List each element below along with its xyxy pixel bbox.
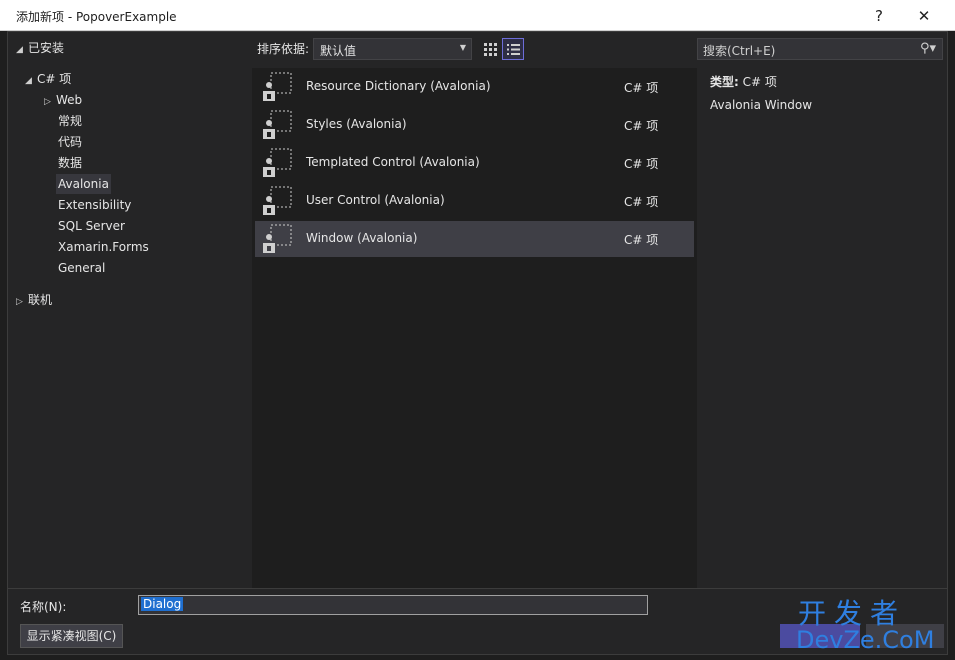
tree-node-data[interactable]: 数据 [58, 153, 82, 173]
template-icon [263, 148, 292, 177]
tree-node-installed[interactable]: ◢ 已安装 [16, 38, 64, 58]
category-tree: ◢ 已安装 ◢ C# 项 ▷ Web 常规 代码 数据 Avalonia Extens… [8, 32, 252, 588]
tree-node-sql-server[interactable]: SQL Server [58, 216, 125, 236]
template-language: C# 项 [624, 233, 659, 247]
details-pane: 类型: C# 项 Avalonia Window [697, 68, 947, 588]
template-icon [263, 186, 292, 215]
list-item[interactable]: Templated Control (Avalonia) C# 项 [255, 145, 694, 181]
watermark-line2: DevZe.CoM [796, 626, 935, 654]
details-description: Avalonia Window [710, 98, 813, 112]
template-name: User Control (Avalonia) [306, 193, 445, 207]
sort-label: 排序依据: [257, 42, 310, 56]
window-title: 添加新项 - PopoverExample [16, 10, 177, 24]
tree-node-avalonia[interactable]: Avalonia [56, 174, 111, 194]
search-input[interactable]: 搜索(Ctrl+E) ⚲▾ [697, 38, 943, 60]
template-icon [263, 72, 292, 101]
template-language: C# 项 [624, 195, 659, 209]
template-icon [263, 110, 292, 139]
tree-node-code[interactable]: 代码 [58, 132, 82, 152]
grid-view-icon[interactable] [479, 38, 501, 60]
tree-label-installed: 已安装 [28, 41, 65, 55]
sort-dropdown[interactable]: 默认值 ▼ [313, 38, 472, 60]
search-icon[interactable]: ⚲▾ [920, 41, 936, 56]
title-bar: 添加新项 - PopoverExample ? ✕ [0, 0, 955, 31]
add-new-item-dialog: ◢ 已安装 ◢ C# 项 ▷ Web 常规 代码 数据 Avalonia Extens… [7, 31, 948, 655]
list-item[interactable]: User Control (Avalonia) C# 项 [255, 183, 694, 219]
template-language: C# 项 [624, 157, 659, 171]
search-placeholder: 搜索(Ctrl+E) [703, 44, 776, 58]
tree-label-web: Web [56, 93, 83, 107]
template-list: Resource Dictionary (Avalonia) C# 项 Styl… [252, 68, 697, 588]
close-button[interactable]: ✕ [901, 0, 947, 31]
name-field-value: Dialog [141, 597, 184, 611]
template-name: Resource Dictionary (Avalonia) [306, 79, 491, 93]
list-view-icon[interactable] [502, 38, 524, 60]
template-name: Templated Control (Avalonia) [306, 155, 480, 169]
watermark-logo: 开发者 DevZe.CoM [796, 592, 946, 654]
tree-node-general[interactable]: General [58, 258, 105, 278]
template-name: Window (Avalonia) [306, 231, 418, 245]
tree-node-online[interactable]: ▷ 联机 [16, 290, 52, 310]
list-item[interactable]: Resource Dictionary (Avalonia) C# 项 [255, 69, 694, 105]
help-button[interactable]: ? [856, 0, 902, 31]
expand-arrow-icon: ▷ [44, 97, 51, 107]
details-type-value: C# 项 [742, 75, 777, 89]
template-language: C# 项 [624, 81, 659, 95]
tree-label-online: 联机 [28, 293, 53, 307]
tree-node-web[interactable]: ▷ Web [44, 90, 82, 110]
tree-node-xamarin-forms[interactable]: Xamarin.Forms [58, 237, 149, 257]
details-type-label: 类型: [710, 75, 739, 89]
template-icon [263, 224, 292, 253]
name-field[interactable]: Dialog [138, 595, 648, 615]
tree-node-general-cn[interactable]: 常规 [58, 111, 82, 131]
list-item-selected[interactable]: Window (Avalonia) C# 项 [255, 221, 694, 257]
chevron-down-icon: ▼ [459, 43, 466, 52]
collapse-arrow-icon: ◢ [16, 45, 23, 55]
list-item[interactable]: Styles (Avalonia) C# 项 [255, 107, 694, 143]
template-language: C# 项 [624, 119, 659, 133]
collapse-arrow-icon: ◢ [25, 76, 32, 86]
tree-node-extensibility[interactable]: Extensibility [58, 195, 131, 215]
details-type: 类型: C# 项 [710, 73, 777, 90]
expand-arrow-icon: ▷ [16, 297, 23, 307]
template-name: Styles (Avalonia) [306, 117, 407, 131]
tree-label-csharp: C# 项 [37, 72, 72, 86]
sort-value: 默认值 [320, 44, 357, 58]
tree-node-csharp[interactable]: ◢ C# 项 [25, 69, 71, 89]
compact-view-button[interactable]: 显示紧凑视图(C) [20, 624, 123, 648]
name-label: 名称(N): [20, 600, 67, 614]
